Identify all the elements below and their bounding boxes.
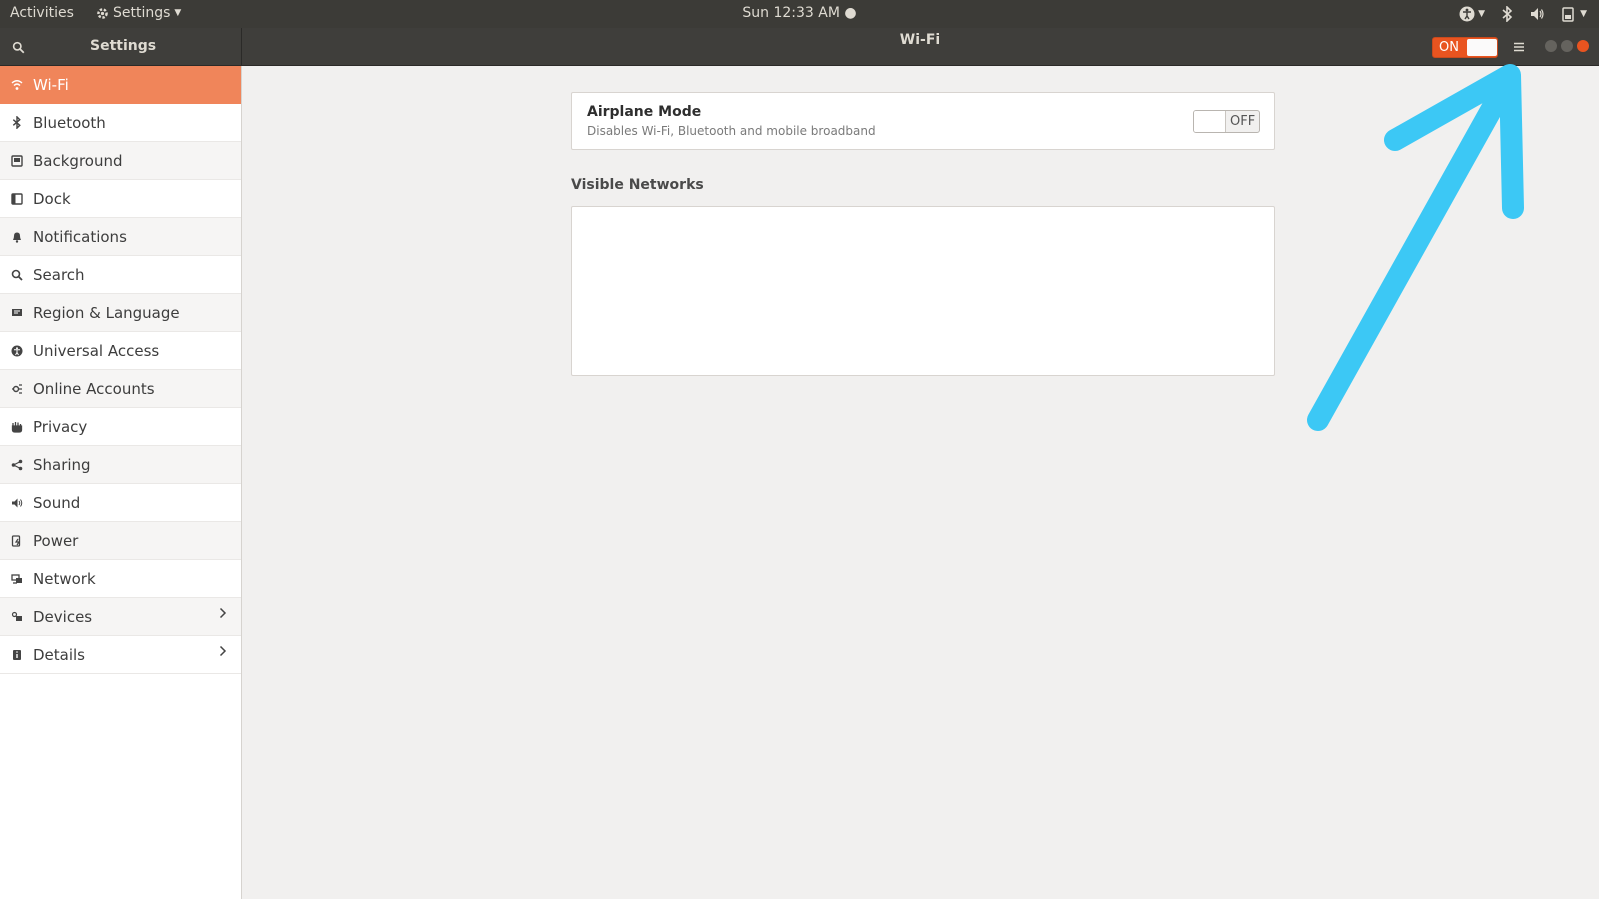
search-icon <box>12 41 24 53</box>
accessibility-icon <box>1459 6 1475 22</box>
sidebar-item-universal-access[interactable]: Universal Access <box>0 332 241 370</box>
clock[interactable]: Sun 12:33 AM ● <box>742 5 856 21</box>
close-button[interactable] <box>1577 40 1589 52</box>
activities-button[interactable]: Activities <box>10 5 74 21</box>
bluetooth-icon <box>1502 6 1513 22</box>
visible-networks-heading: Visible Networks <box>571 177 704 193</box>
sidebar-item-background[interactable]: Background <box>0 142 241 180</box>
caret-down-icon: ▼ <box>1580 9 1587 19</box>
power-menu[interactable]: ▼ <box>1561 4 1587 24</box>
sidebar-item-label: Sound <box>33 493 81 512</box>
caret-down-icon: ▼ <box>174 8 182 18</box>
accessibility-menu[interactable]: ▼ <box>1459 4 1485 24</box>
chevron-right-icon <box>219 645 227 661</box>
sidebar-item-dock[interactable]: Dock <box>0 180 241 218</box>
airplane-toggle-label: OFF <box>1230 114 1256 129</box>
airplane-mode-title: Airplane Mode <box>587 104 702 120</box>
power-icon <box>9 533 25 549</box>
sidebar-item-sharing[interactable]: Sharing <box>0 446 241 484</box>
accessibility-icon <box>9 343 25 359</box>
sidebar-item-region-language[interactable]: Region & Language <box>0 294 241 332</box>
sidebar-item-bluetooth[interactable]: Bluetooth <box>0 104 241 142</box>
settings-gear-icon <box>97 7 108 19</box>
wifi-icon <box>9 77 25 93</box>
menu-button[interactable] <box>1508 36 1530 58</box>
caret-down-icon: ▼ <box>1478 9 1486 19</box>
search-button[interactable] <box>6 36 30 58</box>
online-accounts-icon <box>9 381 25 397</box>
hand-icon <box>9 419 25 435</box>
main-panel: Airplane Mode Disables Wi-Fi, Bluetooth … <box>242 66 1599 899</box>
sidebar-title: Settings <box>90 38 157 54</box>
sidebar-item-online-accounts[interactable]: Online Accounts <box>0 370 241 408</box>
sidebar-item-search[interactable]: Search <box>0 256 241 294</box>
sidebar-item-sound[interactable]: Sound <box>0 484 241 522</box>
app-menu-label: Settings <box>113 5 171 21</box>
airplane-toggle-knob <box>1194 111 1226 132</box>
sidebar-header: Settings <box>0 28 242 66</box>
share-icon <box>9 457 25 473</box>
minimize-button[interactable] <box>1545 40 1557 52</box>
bell-icon <box>9 229 25 245</box>
sidebar-item-label: Sharing <box>33 455 91 474</box>
sidebar-item-devices[interactable]: Devices <box>0 598 241 636</box>
sidebar-item-label: Power <box>33 531 79 550</box>
sidebar-item-network[interactable]: Network <box>0 560 241 598</box>
background-icon <box>9 153 25 169</box>
sidebar-item-label: Privacy <box>33 417 88 436</box>
sidebar-item-label: Dock <box>33 189 71 208</box>
window-controls <box>1545 40 1589 52</box>
flag-icon <box>9 305 25 321</box>
chevron-right-icon <box>219 607 227 623</box>
maximize-button[interactable] <box>1561 40 1573 52</box>
bluetooth-indicator[interactable] <box>1501 4 1513 24</box>
airplane-mode-row: Airplane Mode Disables Wi-Fi, Bluetooth … <box>571 92 1275 150</box>
wifi-toggle-label: ON <box>1439 40 1459 55</box>
bluetooth-icon <box>9 115 25 131</box>
network-icon <box>9 571 25 587</box>
sidebar-item-label: Network <box>33 569 96 588</box>
page-title: Wi-Fi <box>899 32 941 48</box>
sidebar-item-power[interactable]: Power <box>0 522 241 560</box>
dock-icon <box>9 191 25 207</box>
volume-indicator[interactable] <box>1529 4 1545 24</box>
sidebar-item-label: Universal Access <box>33 341 160 360</box>
sidebar-item-label: Background <box>33 151 123 170</box>
airplane-mode-subtitle: Disables Wi-Fi, Bluetooth and mobile bro… <box>587 124 876 138</box>
sidebar-item-privacy[interactable]: Privacy <box>0 408 241 446</box>
sidebar-item-label: Online Accounts <box>33 379 155 398</box>
sidebar: Wi-Fi Bluetooth Background Dock Notifica… <box>0 66 242 899</box>
search-icon <box>9 267 25 283</box>
header-bar: Settings Wi-Fi ON <box>0 28 1599 66</box>
sidebar-item-details[interactable]: Details <box>0 636 241 674</box>
wifi-toggle[interactable]: ON <box>1432 37 1498 58</box>
sidebar-item-label: Bluetooth <box>33 113 106 132</box>
system-tray: ▼ ▼ <box>1459 4 1587 24</box>
app-menu[interactable]: Settings ▼ <box>96 5 181 21</box>
battery-icon <box>1562 7 1574 22</box>
sidebar-item-label: Region & Language <box>33 303 180 322</box>
clock-label: Sun 12:33 AM <box>742 5 840 21</box>
devices-icon <box>9 609 25 625</box>
info-icon <box>9 647 25 663</box>
sidebar-item-wifi[interactable]: Wi-Fi <box>0 66 241 104</box>
airplane-mode-toggle[interactable]: OFF <box>1193 110 1260 133</box>
sidebar-item-notifications[interactable]: Notifications <box>0 218 241 256</box>
sidebar-item-label: Details <box>33 645 86 664</box>
hamburger-menu-icon <box>1514 42 1524 52</box>
sidebar-item-label: Devices <box>33 607 93 626</box>
sidebar-item-label: Search <box>33 265 85 284</box>
notification-dot-icon: ● <box>844 5 857 21</box>
speaker-icon <box>1531 8 1544 20</box>
speaker-icon <box>9 495 25 511</box>
wifi-toggle-knob <box>1467 39 1497 56</box>
visible-networks-list <box>571 206 1275 376</box>
sidebar-item-label: Notifications <box>33 227 127 246</box>
sidebar-item-label: Wi-Fi <box>33 75 69 94</box>
top-panel: Activities Settings ▼ Sun 12:33 AM ● ▼ ▼ <box>0 0 1599 28</box>
